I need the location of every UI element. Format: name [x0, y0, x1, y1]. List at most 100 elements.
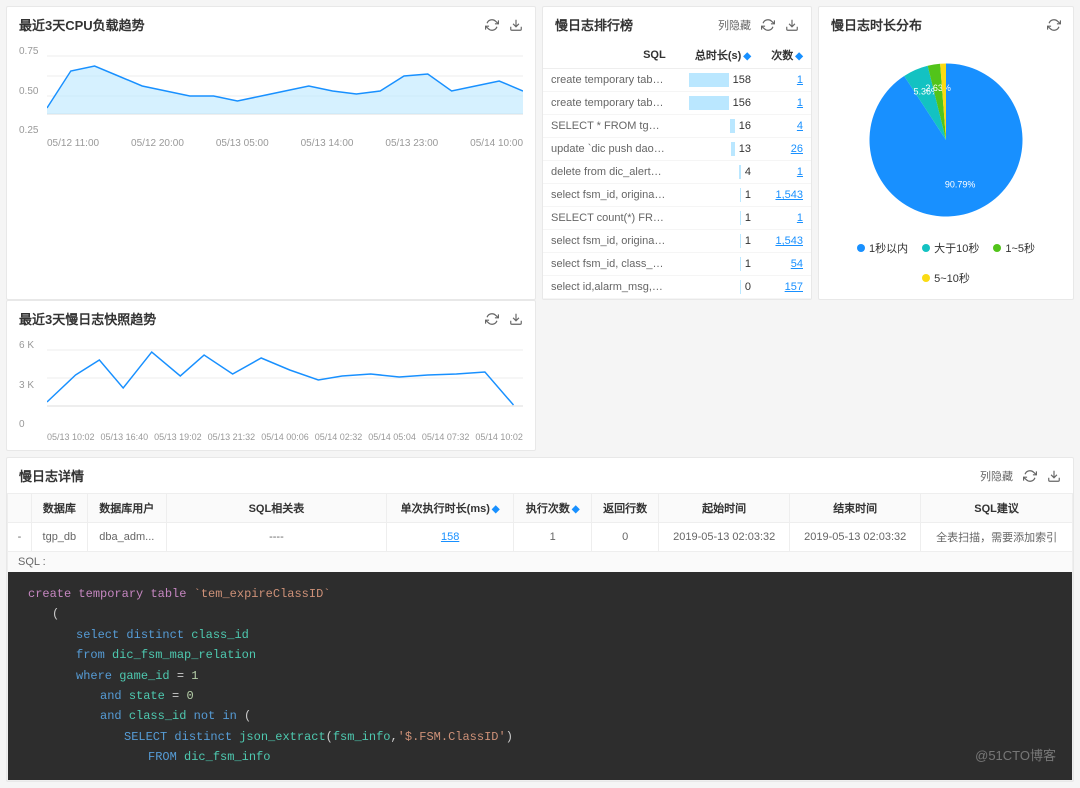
cpu-chart: 0.75 0.50 0.25	[19, 46, 523, 136]
table-row[interactable]: select fsm_id, original_f... 1 1,543	[543, 184, 811, 207]
y-tick: 3 K	[19, 380, 34, 391]
x-tick: 05/14 10:00	[470, 138, 523, 149]
legend-item[interactable]: 大于10秒	[922, 240, 979, 256]
cell-duration: 1	[674, 253, 759, 276]
slow-log-detail-panel: 慢日志详情 列隐藏 数据库 数据库用户 SQL相关表 单次执行时长(ms)◆ 执…	[6, 457, 1074, 782]
svg-text:2.63%: 2.63%	[925, 83, 951, 93]
y-tick: 0.25	[19, 125, 38, 136]
cell-sql: select fsm_id, original_f...	[543, 184, 674, 207]
cell-count: 26	[759, 138, 811, 161]
y-tick: 0	[19, 419, 34, 430]
cell-count: 1,543	[759, 230, 811, 253]
detail-table: 数据库 数据库用户 SQL相关表 单次执行时长(ms)◆ 执行次数◆ 返回行数 …	[7, 493, 1073, 781]
table-row[interactable]: SELECT count(*) FROM... 1 1	[543, 207, 811, 230]
pie-title: 慢日志时长分布	[831, 15, 922, 34]
cell-start-time: 2019-05-13 02:03:32	[659, 523, 790, 552]
pie-chart: 90.79%5.36%2.63%	[856, 50, 1036, 230]
expand-toggle[interactable]: -	[8, 523, 32, 552]
x-tick: 05/13 19:02	[154, 432, 202, 442]
cell-sql: create temporary table...	[543, 69, 674, 92]
cell-duration: 1	[674, 230, 759, 253]
cpu-trend-panel: 最近3天CPU负载趋势 0.75 0.50 0.25	[6, 6, 536, 300]
snapshot-chart: 6 K 3 K 0	[19, 340, 523, 430]
table-row[interactable]: create temporary table... 158 1	[543, 69, 811, 92]
snapshot-trend-panel: 最近3天慢日志快照趋势 6 K 3 K 0	[6, 300, 536, 451]
x-tick: 05/12 20:00	[131, 138, 184, 149]
cell-sql: select fsm_id, original_f...	[543, 230, 674, 253]
col-user[interactable]: 数据库用户	[87, 494, 166, 523]
download-icon[interactable]	[509, 312, 523, 326]
cell-exec-count: 1	[514, 523, 592, 552]
cell-duration: 1	[674, 207, 759, 230]
cell-duration: 4	[674, 161, 759, 184]
legend-item[interactable]: 1~5秒	[993, 240, 1035, 256]
col-duration[interactable]: 总时长(s)◆	[674, 42, 759, 69]
col-count[interactable]: 次数◆	[759, 42, 811, 69]
cell-exec-time: 158	[386, 523, 513, 552]
slow-log-duration-pie-panel: 慢日志时长分布 90.79%5.36%2.63% 1秒以内大于10秒 1~5秒 5~…	[818, 6, 1074, 300]
cell-user: dba_adm...	[87, 523, 166, 552]
legend-item[interactable]: 1秒以内	[857, 240, 908, 256]
pie-legend: 1秒以内大于10秒 1~5秒 5~10秒	[827, 240, 1065, 286]
table-row[interactable]: - tgp_db dba_adm... ---- 158 1 0 2019-05…	[8, 523, 1073, 552]
sql-code-block: create temporary table `tem_expireClassI…	[8, 572, 1072, 780]
download-icon[interactable]	[1047, 469, 1061, 483]
hide-columns-link[interactable]: 列隐藏	[980, 468, 1013, 484]
cell-count: 1,543	[759, 184, 811, 207]
x-tick: 05/13 21:32	[208, 432, 256, 442]
cell-sql: update `dic push dao ...	[543, 138, 674, 161]
x-tick: 05/14 02:32	[315, 432, 363, 442]
col-sql[interactable]: SQL	[543, 42, 674, 69]
refresh-icon[interactable]	[1023, 469, 1037, 483]
cell-duration: 13	[674, 138, 759, 161]
x-tick: 05/13 10:02	[47, 432, 95, 442]
x-tick: 05/14 05:04	[368, 432, 416, 442]
cell-sql: select id,alarm_msg,ala...	[543, 276, 674, 299]
hide-columns-link[interactable]: 列隐藏	[718, 17, 751, 33]
x-tick: 05/13 05:00	[216, 138, 269, 149]
table-row[interactable]: select fsm_id, class_id, ... 1 54	[543, 253, 811, 276]
col-db[interactable]: 数据库	[32, 494, 88, 523]
cell-duration: 1	[674, 184, 759, 207]
col-exec-count[interactable]: 执行次数◆	[514, 494, 592, 523]
col-return-rows[interactable]: 返回行数	[592, 494, 659, 523]
x-tick: 05/14 10:02	[475, 432, 523, 442]
cell-duration: 0	[674, 276, 759, 299]
refresh-icon[interactable]	[761, 18, 775, 32]
refresh-icon[interactable]	[1047, 18, 1061, 32]
col-end-time[interactable]: 结束时间	[790, 494, 921, 523]
x-tick: 05/12 11:00	[47, 138, 99, 149]
table-row[interactable]: SELECT * FROM tgp_d... 16 4	[543, 115, 811, 138]
cell-count: 1	[759, 207, 811, 230]
table-row[interactable]: delete from dic_alert_l... 4 1	[543, 161, 811, 184]
cell-count: 54	[759, 253, 811, 276]
download-icon[interactable]	[785, 18, 799, 32]
refresh-icon[interactable]	[485, 18, 499, 32]
cell-count: 157	[759, 276, 811, 299]
slow-log-ranking-panel: 慢日志排行榜 列隐藏 SQL 总时长(s)◆ 次数◆ create tempor…	[542, 6, 812, 300]
table-row[interactable]: select id,alarm_msg,ala... 0 157	[543, 276, 811, 299]
x-tick: 05/13 23:00	[385, 138, 438, 149]
refresh-icon[interactable]	[485, 312, 499, 326]
col-start-time[interactable]: 起始时间	[659, 494, 790, 523]
cell-sql: SELECT * FROM tgp_d...	[543, 115, 674, 138]
table-row[interactable]: update `dic push dao ... 13 26	[543, 138, 811, 161]
table-row[interactable]: select fsm_id, original_f... 1 1,543	[543, 230, 811, 253]
col-suggestion[interactable]: SQL建议	[921, 494, 1073, 523]
cell-duration: 158	[674, 69, 759, 92]
ranking-table: SQL 总时长(s)◆ 次数◆ create temporary table..…	[543, 42, 811, 299]
y-tick: 0.50	[19, 86, 38, 97]
x-tick: 05/14 00:06	[261, 432, 309, 442]
cell-sql: SELECT count(*) FROM...	[543, 207, 674, 230]
cell-duration: 16	[674, 115, 759, 138]
download-icon[interactable]	[509, 18, 523, 32]
col-table[interactable]: SQL相关表	[166, 494, 386, 523]
y-tick: 6 K	[19, 340, 34, 351]
cell-end-time: 2019-05-13 02:03:32	[790, 523, 921, 552]
cell-sql: create temporary table...	[543, 92, 674, 115]
table-row[interactable]: create temporary table... 156 1	[543, 92, 811, 115]
col-exec-time[interactable]: 单次执行时长(ms)◆	[386, 494, 513, 523]
snapshot-title: 最近3天慢日志快照趋势	[19, 309, 156, 328]
cell-count: 1	[759, 161, 811, 184]
legend-item[interactable]: 5~10秒	[922, 270, 970, 286]
